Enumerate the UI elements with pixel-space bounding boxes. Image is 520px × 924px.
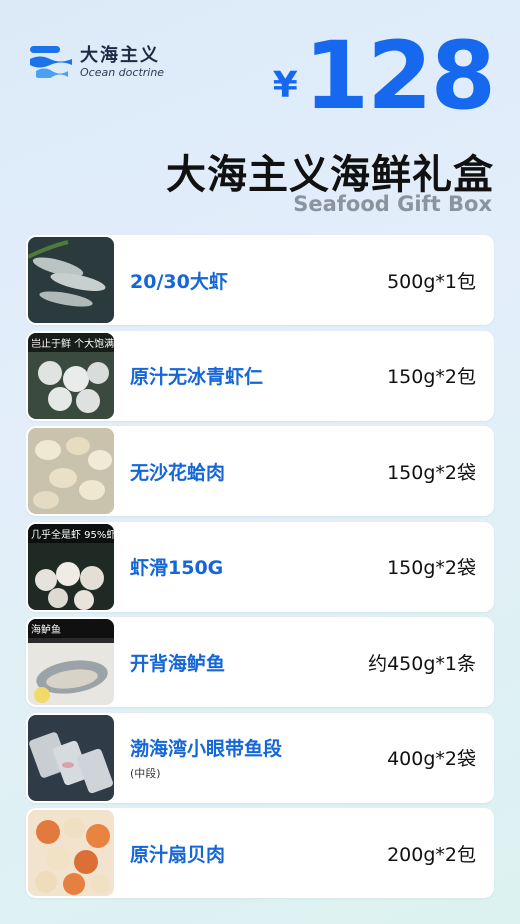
hairtail-image xyxy=(28,714,114,801)
sea-bass-image: 海鲈鱼 xyxy=(28,619,114,705)
image-caption: 海鲈鱼 xyxy=(28,619,114,638)
image-caption: 几乎全是虾 95%虾肉含量 xyxy=(28,523,114,543)
brand-name-en: Ocean doctrine xyxy=(80,65,165,79)
page-subtitle: Seafood Gift Box xyxy=(293,192,492,216)
list-item[interactable]: 岂止于鲜 个大饱满 原汁无冰青虾仁 150g*2包 xyxy=(26,330,494,421)
item-name: 原汁无冰青虾仁 xyxy=(130,366,264,388)
item-quantity: 150g*2袋 xyxy=(387,557,476,579)
wave-logo-icon xyxy=(30,46,72,78)
item-quantity: 约450g*1条 xyxy=(368,652,476,675)
shrimp-meat-image: 岂止于鲜 个大饱满 xyxy=(28,332,114,419)
item-name: 原汁扇贝肉 xyxy=(130,843,226,866)
item-quantity: 200g*2包 xyxy=(387,843,476,866)
list-item[interactable]: 几乎全是虾 95%虾肉含量 虾滑150G 150g*2袋 xyxy=(26,521,494,612)
brand-logo: 大海主义 Ocean doctrine xyxy=(30,46,164,78)
shrimp-paste-image: 几乎全是虾 95%虾肉含量 xyxy=(28,523,114,610)
list-item[interactable]: 海鲈鱼 开背海鲈鱼 约450g*1条 xyxy=(26,617,494,707)
item-name: 20/30大虾 xyxy=(130,270,228,293)
item-name: 开背海鲈鱼 xyxy=(130,652,226,675)
shrimp-image xyxy=(28,237,114,323)
item-quantity: 150g*2袋 xyxy=(387,461,476,484)
list-item[interactable]: 原汁扇贝肉 200g*2包 xyxy=(26,808,494,898)
item-name: 虾滑150G xyxy=(130,557,224,579)
list-item[interactable]: 渤海湾小眼带鱼段 (中段) 400g*2袋 xyxy=(26,712,494,803)
product-list: 20/30大虾 500g*1包 岂止于鲜 个大饱满 原汁无冰青虾仁 150g*2… xyxy=(26,235,494,904)
item-quantity: 400g*2袋 xyxy=(387,748,476,770)
item-name: 渤海湾小眼带鱼段 xyxy=(130,738,283,760)
price-amount: 128 xyxy=(303,22,496,131)
item-name: 无沙花蛤肉 xyxy=(130,461,226,484)
item-quantity: 150g*2包 xyxy=(387,366,476,388)
image-caption: 岂止于鲜 个大饱满 xyxy=(28,332,114,352)
scallop-image xyxy=(28,810,114,896)
price: ¥ 128 xyxy=(272,22,496,131)
brand-name-cn: 大海主义 xyxy=(80,44,160,66)
list-item[interactable]: 无沙花蛤肉 150g*2袋 xyxy=(26,426,494,516)
clam-meat-image xyxy=(28,428,114,514)
list-item[interactable]: 20/30大虾 500g*1包 xyxy=(26,235,494,325)
item-note: (中段) xyxy=(130,767,161,780)
currency-symbol: ¥ xyxy=(272,65,298,106)
item-quantity: 500g*1包 xyxy=(387,270,476,293)
